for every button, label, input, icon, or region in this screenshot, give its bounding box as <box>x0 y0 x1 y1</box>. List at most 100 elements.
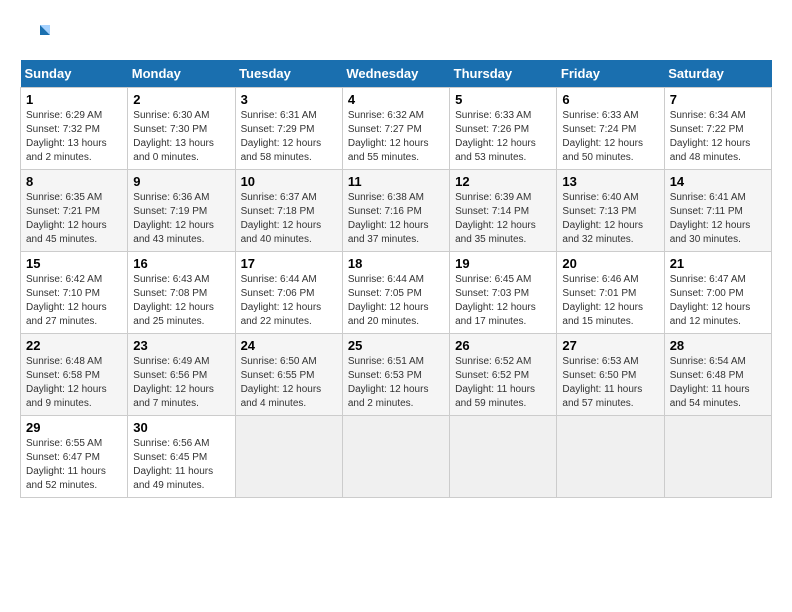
day-number: 8 <box>26 174 122 189</box>
sunrise-time: Sunrise: 6:47 AM <box>670 274 746 285</box>
sunset-time: Sunset: 6:52 PM <box>455 370 529 381</box>
daylight-label: Daylight: 11 hours and 59 minutes. <box>455 384 535 409</box>
sunset-time: Sunset: 7:26 PM <box>455 124 529 135</box>
day-number: 3 <box>241 92 337 107</box>
calendar-cell: 11Sunrise: 6:38 AMSunset: 7:16 PMDayligh… <box>342 170 449 252</box>
sunset-time: Sunset: 7:30 PM <box>133 124 207 135</box>
calendar-cell: 26Sunrise: 6:52 AMSunset: 6:52 PMDayligh… <box>450 334 557 416</box>
day-info: Sunrise: 6:47 AM Sunset: 7:00 PM Daylight:… <box>670 273 766 329</box>
day-info: Sunrise: 6:35 AMSunset: 7:21 PMDaylight:… <box>26 191 122 247</box>
sunrise-time: Sunrise: 6:39 AM <box>455 192 531 203</box>
daylight-label: Daylight: 12 hours and 4 minutes. <box>241 384 322 409</box>
calendar-cell: 13Sunrise: 6:40 AMSunset: 7:13 PMDayligh… <box>557 170 664 252</box>
calendar-cell <box>557 416 664 498</box>
calendar-cell: 15Sunrise: 6:42 AMSunset: 7:10 PMDayligh… <box>21 252 128 334</box>
sunset-time: Sunset: 7:16 PM <box>348 206 422 217</box>
daylight-label: Daylight: 12 hours and 48 minutes. <box>670 138 751 163</box>
sunrise-time: Sunrise: 6:43 AM <box>133 274 209 285</box>
sunrise-time: Sunrise: 6:53 AM <box>562 356 638 367</box>
sunset-time: Sunset: 7:18 PM <box>241 206 315 217</box>
calendar-cell: 29Sunrise: 6:55 AMSunset: 6:47 PMDayligh… <box>21 416 128 498</box>
day-number: 9 <box>133 174 229 189</box>
day-number: 6 <box>562 92 658 107</box>
page-header <box>20 20 772 50</box>
daylight-label: Daylight: 12 hours and 50 minutes. <box>562 138 643 163</box>
sunset-time: Sunset: 7:32 PM <box>26 124 100 135</box>
sunset-time: Sunset: 7:29 PM <box>241 124 315 135</box>
calendar-cell: 17Sunrise: 6:44 AMSunset: 7:06 PMDayligh… <box>235 252 342 334</box>
calendar-cell: 3Sunrise: 6:31 AMSunset: 7:29 PMDaylight… <box>235 88 342 170</box>
calendar-cell: 24Sunrise: 6:50 AMSunset: 6:55 PMDayligh… <box>235 334 342 416</box>
day-number: 7 <box>670 92 766 107</box>
sunset-time: Sunset: 6:55 PM <box>241 370 315 381</box>
day-info: Sunrise: 6:54 AMSunset: 6:48 PMDaylight:… <box>670 355 766 411</box>
sunrise-time: Sunrise: 6:51 AM <box>348 356 424 367</box>
weekday-header-thursday: Thursday <box>450 60 557 88</box>
calendar-cell: 18 Sunrise: 6:44 AMSunset: 7:05 PMDayligh… <box>342 252 449 334</box>
day-number: 4 <box>348 92 444 107</box>
calendar-cell: 6 Sunrise: 6:33 AMSunset: 7:24 PMDaylight… <box>557 88 664 170</box>
daylight-label: Daylight: 12 hours and 22 minutes. <box>241 302 322 327</box>
daylight-label: Daylight: 12 hours and 12 minutes. <box>670 302 751 327</box>
weekday-header-wednesday: Wednesday <box>342 60 449 88</box>
sunrise-time: Sunrise: 6:44 AM <box>241 274 317 285</box>
day-info: Sunrise: 6:37 AMSunset: 7:18 PMDaylight:… <box>241 191 337 247</box>
day-info: Sunrise: 6:30 AMSunset: 7:30 PMDaylight:… <box>133 109 229 165</box>
day-number: 18 <box>348 256 444 271</box>
daylight-label: Daylight: 11 hours and 49 minutes. <box>133 466 213 491</box>
sunset-time: Sunset: 7:00 PM <box>670 288 744 299</box>
weekday-header-monday: Monday <box>128 60 235 88</box>
sunrise-time: Sunrise: 6:30 AM <box>133 110 209 121</box>
sunrise-time: Sunrise: 6:42 AM <box>26 274 102 285</box>
sunset-time: Sunset: 6:45 PM <box>133 452 207 463</box>
calendar-week-row: 15Sunrise: 6:42 AMSunset: 7:10 PMDayligh… <box>21 252 772 334</box>
sunrise-time: Sunrise: 6:33 AM <box>562 110 638 121</box>
calendar-cell <box>342 416 449 498</box>
sunset-time: Sunset: 6:56 PM <box>133 370 207 381</box>
calendar-body: 1Sunrise: 6:29 AMSunset: 7:32 PMDaylight… <box>21 88 772 498</box>
day-number: 25 <box>348 338 444 353</box>
day-info: Sunrise: 6:39 AM Sunset: 7:14 PM Daylight:… <box>455 191 551 247</box>
day-number: 2 <box>133 92 229 107</box>
sunrise-time: Sunrise: 6:32 AM <box>348 110 424 121</box>
day-info: Sunrise: 6:49 AMSunset: 6:56 PMDaylight:… <box>133 355 229 411</box>
day-number: 30 <box>133 420 229 435</box>
calendar-cell <box>664 416 771 498</box>
daylight-label: Daylight: 12 hours and 15 minutes. <box>562 302 643 327</box>
day-number: 27 <box>562 338 658 353</box>
sunrise-time: Sunrise: 6:52 AM <box>455 356 531 367</box>
calendar-cell: 23 Sunrise: 6:49 AMSunset: 6:56 PMDayligh… <box>128 334 235 416</box>
sunset-time: Sunset: 7:21 PM <box>26 206 100 217</box>
day-number: 13 <box>562 174 658 189</box>
sunset-time: Sunset: 7:06 PM <box>241 288 315 299</box>
daylight-label: Daylight: 12 hours and 35 minutes. <box>455 220 536 245</box>
sunset-time: Sunset: 7:27 PM <box>348 124 422 135</box>
day-info: Sunrise: 6:42 AMSunset: 7:10 PMDaylight:… <box>26 273 122 329</box>
sunset-time: Sunset: 7:14 PM <box>455 206 529 217</box>
sunset-time: Sunset: 7:11 PM <box>670 206 743 217</box>
sunset-time: Sunset: 6:47 PM <box>26 452 100 463</box>
calendar-week-row: 8 Sunrise: 6:35 AMSunset: 7:21 PMDaylight… <box>21 170 772 252</box>
sunset-time: Sunset: 7:05 PM <box>348 288 422 299</box>
day-number: 1 <box>26 92 122 107</box>
calendar-cell: 10Sunrise: 6:37 AMSunset: 7:18 PMDayligh… <box>235 170 342 252</box>
day-number: 28 <box>670 338 766 353</box>
calendar-cell: 2Sunrise: 6:30 AMSunset: 7:30 PMDaylight… <box>128 88 235 170</box>
day-info: Sunrise: 6:44 AMSunset: 7:05 PMDaylight:… <box>348 273 444 329</box>
daylight-label: Daylight: 12 hours and 58 minutes. <box>241 138 322 163</box>
day-info: Sunrise: 6:41 AMSunset: 7:11 PMDaylight:… <box>670 191 766 247</box>
day-number: 23 <box>133 338 229 353</box>
calendar-cell: 27Sunrise: 6:53 AMSunset: 6:50 PMDayligh… <box>557 334 664 416</box>
calendar-week-row: 1Sunrise: 6:29 AMSunset: 7:32 PMDaylight… <box>21 88 772 170</box>
daylight-label: Daylight: 12 hours and 20 minutes. <box>348 302 429 327</box>
day-info: Sunrise: 6:34 AMSunset: 7:22 PMDaylight:… <box>670 109 766 165</box>
day-number: 21 <box>670 256 766 271</box>
day-info: Sunrise: 6:33 AMSunset: 7:24 PMDaylight:… <box>562 109 658 165</box>
day-number: 19 <box>455 256 551 271</box>
day-info: Sunrise: 6:36 AMSunset: 7:19 PMDaylight:… <box>133 191 229 247</box>
sunrise-time: Sunrise: 6:33 AM <box>455 110 531 121</box>
day-number: 22 <box>26 338 122 353</box>
sunrise-time: Sunrise: 6:40 AM <box>562 192 638 203</box>
daylight-label: Daylight: 12 hours and 37 minutes. <box>348 220 429 245</box>
sunrise-time: Sunrise: 6:41 AM <box>670 192 746 203</box>
